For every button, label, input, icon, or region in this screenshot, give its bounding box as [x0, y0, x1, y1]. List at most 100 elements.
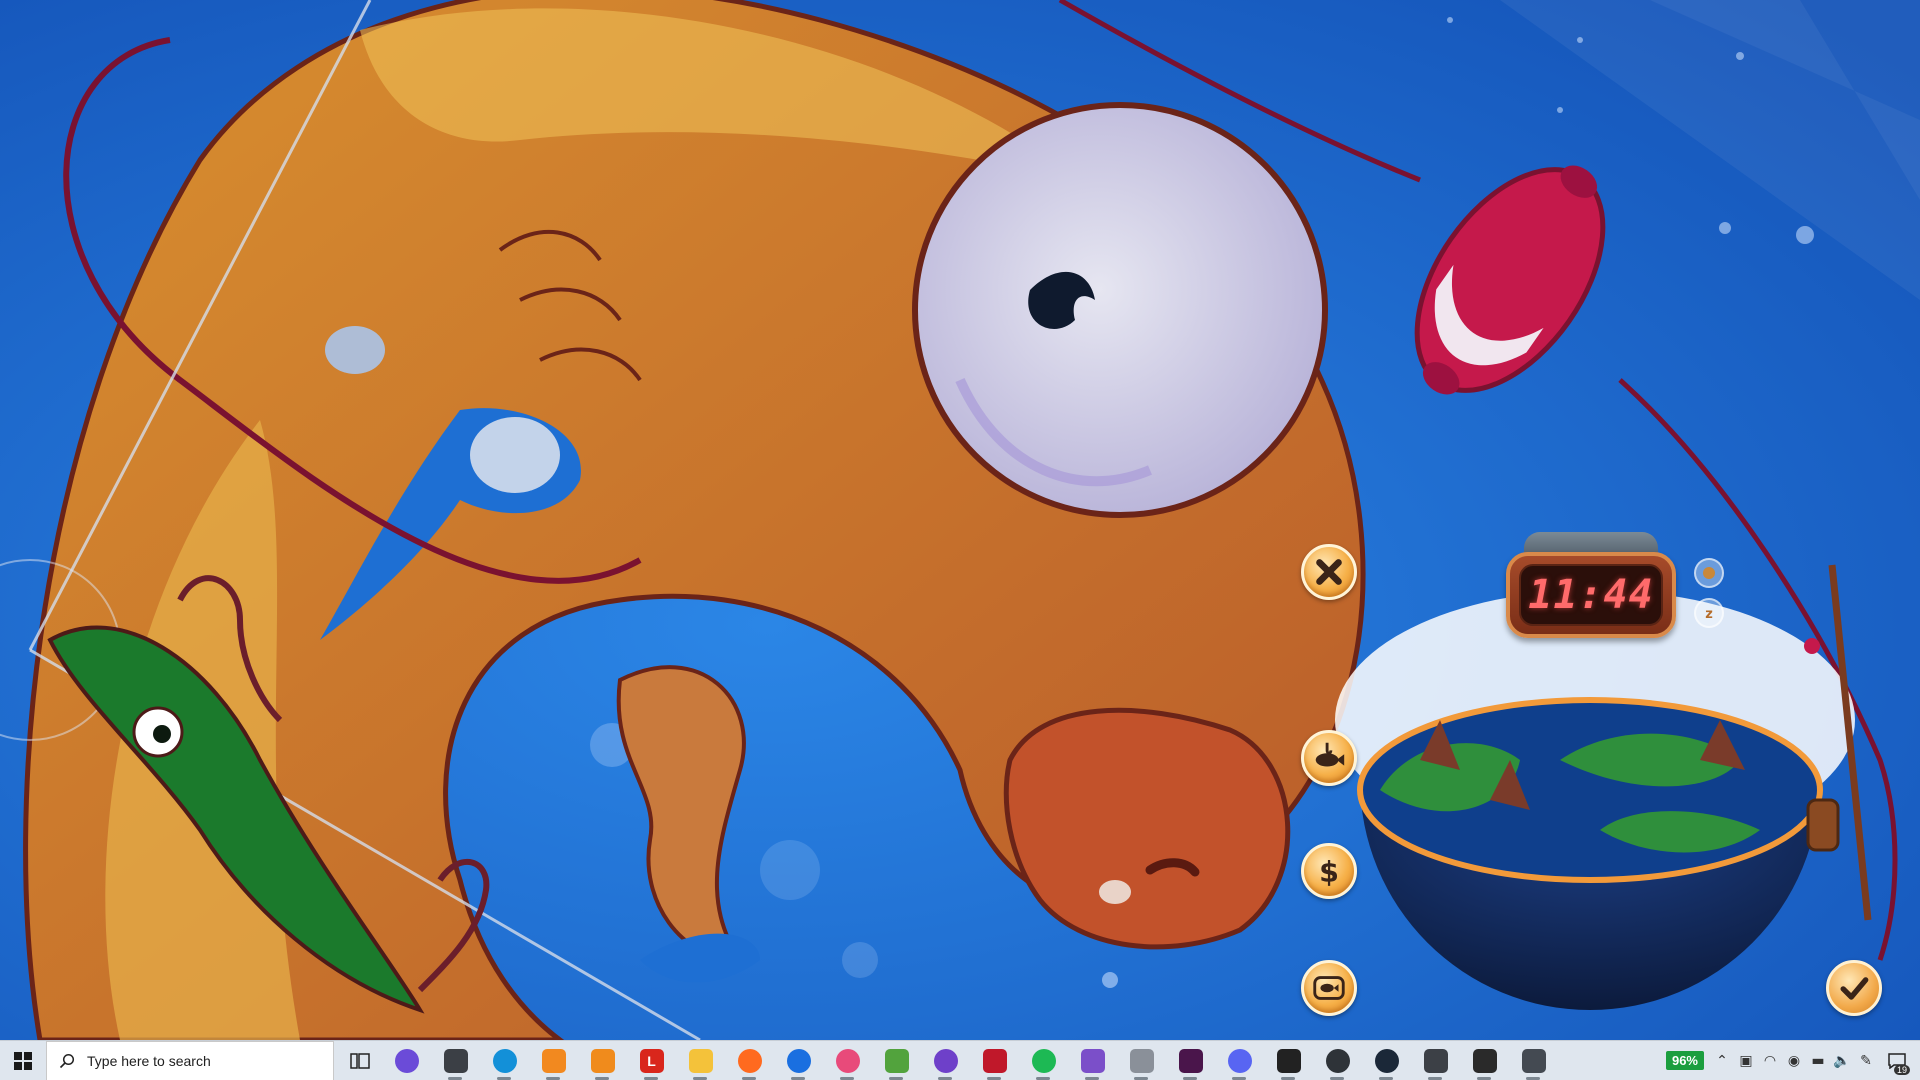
- taskbar-app-copilot[interactable]: [382, 1041, 431, 1080]
- taskbar-app-app-notepad[interactable]: [872, 1041, 921, 1080]
- bait-button[interactable]: [1694, 558, 1724, 588]
- app-l-icon: L: [639, 1048, 664, 1073]
- sleep-icon: z: [1705, 607, 1713, 622]
- close-button[interactable]: [1301, 544, 1357, 600]
- running-indicator: [448, 1076, 462, 1080]
- dollar-icon: $: [1319, 855, 1339, 888]
- pinned-apps: L: [382, 1041, 1558, 1080]
- app-dark-circle-icon: [1325, 1048, 1350, 1073]
- taskbar-app-steam[interactable]: [1362, 1041, 1411, 1080]
- battery-icon[interactable]: ▬: [1806, 1041, 1830, 1080]
- app-grey-swirl-icon: [1129, 1048, 1154, 1073]
- windows-icon: [14, 1051, 32, 1070]
- running-indicator: [938, 1076, 952, 1080]
- task-view-button[interactable]: [338, 1041, 382, 1080]
- app-hook-icon: [1472, 1048, 1497, 1073]
- taskbar-app-unity-3[interactable]: [1509, 1041, 1558, 1080]
- taskbar-app-visual-studio[interactable]: [1068, 1041, 1117, 1080]
- running-indicator: [1183, 1076, 1197, 1080]
- taskbar-app-unity-hub[interactable]: [431, 1041, 480, 1080]
- running-indicator: [791, 1076, 805, 1080]
- spotify-icon: [1031, 1048, 1056, 1073]
- firefox-icon: [737, 1048, 762, 1073]
- confirm-button[interactable]: [1826, 960, 1882, 1016]
- running-indicator: [1526, 1076, 1540, 1080]
- taskbar-app-github-desktop[interactable]: [921, 1041, 970, 1080]
- svg-text:z: z: [1705, 607, 1713, 622]
- visual-studio-icon: [1080, 1048, 1105, 1073]
- system-tray: 96% ⌃ ▣ ◠ ◉ ▬ 🔈 ✎ 19: [1665, 1041, 1920, 1080]
- taskbar-app-app-dark-circle[interactable]: [1313, 1041, 1362, 1080]
- taskbar-app-file-explorer[interactable]: [676, 1041, 725, 1080]
- running-indicator: [595, 1076, 609, 1080]
- search-icon: [59, 1053, 75, 1068]
- pen-icon[interactable]: ✎: [1854, 1041, 1878, 1080]
- checkmark-icon: [1840, 977, 1869, 1000]
- taskbar-app-app-orange[interactable]: [529, 1041, 578, 1080]
- taskbar-app-slack[interactable]: [1166, 1041, 1215, 1080]
- running-indicator: [644, 1076, 658, 1080]
- steam-icon: [1374, 1048, 1399, 1073]
- bait-icon: [1703, 567, 1715, 579]
- app-blue-circle-icon: [786, 1048, 811, 1073]
- slack-icon: [1178, 1048, 1203, 1073]
- taskbar-app-edge[interactable]: [480, 1041, 529, 1080]
- running-indicator: [546, 1076, 560, 1080]
- running-indicator: [1281, 1076, 1295, 1080]
- taskbar-app-app-hook[interactable]: [1460, 1041, 1509, 1080]
- running-indicator: [840, 1076, 854, 1080]
- game-clock: 11:44: [1506, 552, 1676, 638]
- file-explorer-icon: [688, 1048, 713, 1073]
- fish-tank-icon: [1313, 976, 1345, 1000]
- taskbar-app-mcafee[interactable]: [970, 1041, 1019, 1080]
- unity-2-icon: [1423, 1048, 1448, 1073]
- unity-hub-icon: [443, 1048, 468, 1073]
- webcam-icon[interactable]: ◉: [1782, 1041, 1806, 1080]
- taskbar-app-discord[interactable]: [1215, 1041, 1264, 1080]
- copilot-icon: [394, 1048, 419, 1073]
- running-indicator: [1379, 1076, 1393, 1080]
- github-desktop-icon: [933, 1048, 958, 1073]
- running-indicator: [1232, 1076, 1246, 1080]
- sleep-button[interactable]: z: [1694, 598, 1724, 628]
- taskbar-app-app-pink[interactable]: [823, 1041, 872, 1080]
- app-pink-icon: [835, 1048, 860, 1073]
- taskbar-app-spotify[interactable]: [1019, 1041, 1068, 1080]
- start-button[interactable]: [0, 1041, 46, 1080]
- fishing-button[interactable]: [1301, 730, 1357, 786]
- running-indicator: [1134, 1076, 1148, 1080]
- running-indicator: [1428, 1076, 1442, 1080]
- app-orange-icon: [541, 1048, 566, 1073]
- aquarium-button[interactable]: [1301, 960, 1357, 1016]
- taskbar-app-blender[interactable]: [578, 1041, 627, 1080]
- taskbar-app-app-grey-swirl[interactable]: [1117, 1041, 1166, 1080]
- running-indicator: [1036, 1076, 1050, 1080]
- edge-icon: [492, 1048, 517, 1073]
- taskbar-app-app-l[interactable]: L: [627, 1041, 676, 1080]
- unity-3-icon: [1521, 1048, 1546, 1073]
- search-placeholder: Type here to search: [87, 1052, 211, 1069]
- taskbar-app-unity[interactable]: [1264, 1041, 1313, 1080]
- blender-icon: [590, 1048, 615, 1073]
- taskbar-app-firefox[interactable]: [725, 1041, 774, 1080]
- battery-percent[interactable]: 96%: [1665, 1051, 1704, 1070]
- running-indicator: [889, 1076, 903, 1080]
- svg-text:$: $: [1319, 855, 1339, 888]
- chevron-up-icon[interactable]: ⌃: [1710, 1041, 1734, 1080]
- taskbar-app-unity-2[interactable]: [1411, 1041, 1460, 1080]
- unity-icon: [1276, 1048, 1301, 1073]
- mcafee-icon: [982, 1048, 1007, 1073]
- taskbar-app-app-blue-circle[interactable]: [774, 1041, 823, 1080]
- wifi-icon[interactable]: ◠: [1758, 1041, 1782, 1080]
- running-indicator: [693, 1076, 707, 1080]
- shop-button[interactable]: $: [1301, 843, 1357, 899]
- speaker-icon[interactable]: 🔈: [1830, 1041, 1854, 1080]
- app-notepad-icon: [884, 1048, 909, 1073]
- notification-center-button[interactable]: 19: [1878, 1041, 1916, 1080]
- desktop-wallpaper: [0, 0, 1920, 1040]
- display-icon[interactable]: ▣: [1734, 1041, 1758, 1080]
- task-view-icon: [350, 1052, 370, 1069]
- taskbar-search[interactable]: Type here to search: [46, 1040, 334, 1080]
- running-indicator: [1085, 1076, 1099, 1080]
- running-indicator: [1477, 1076, 1491, 1080]
